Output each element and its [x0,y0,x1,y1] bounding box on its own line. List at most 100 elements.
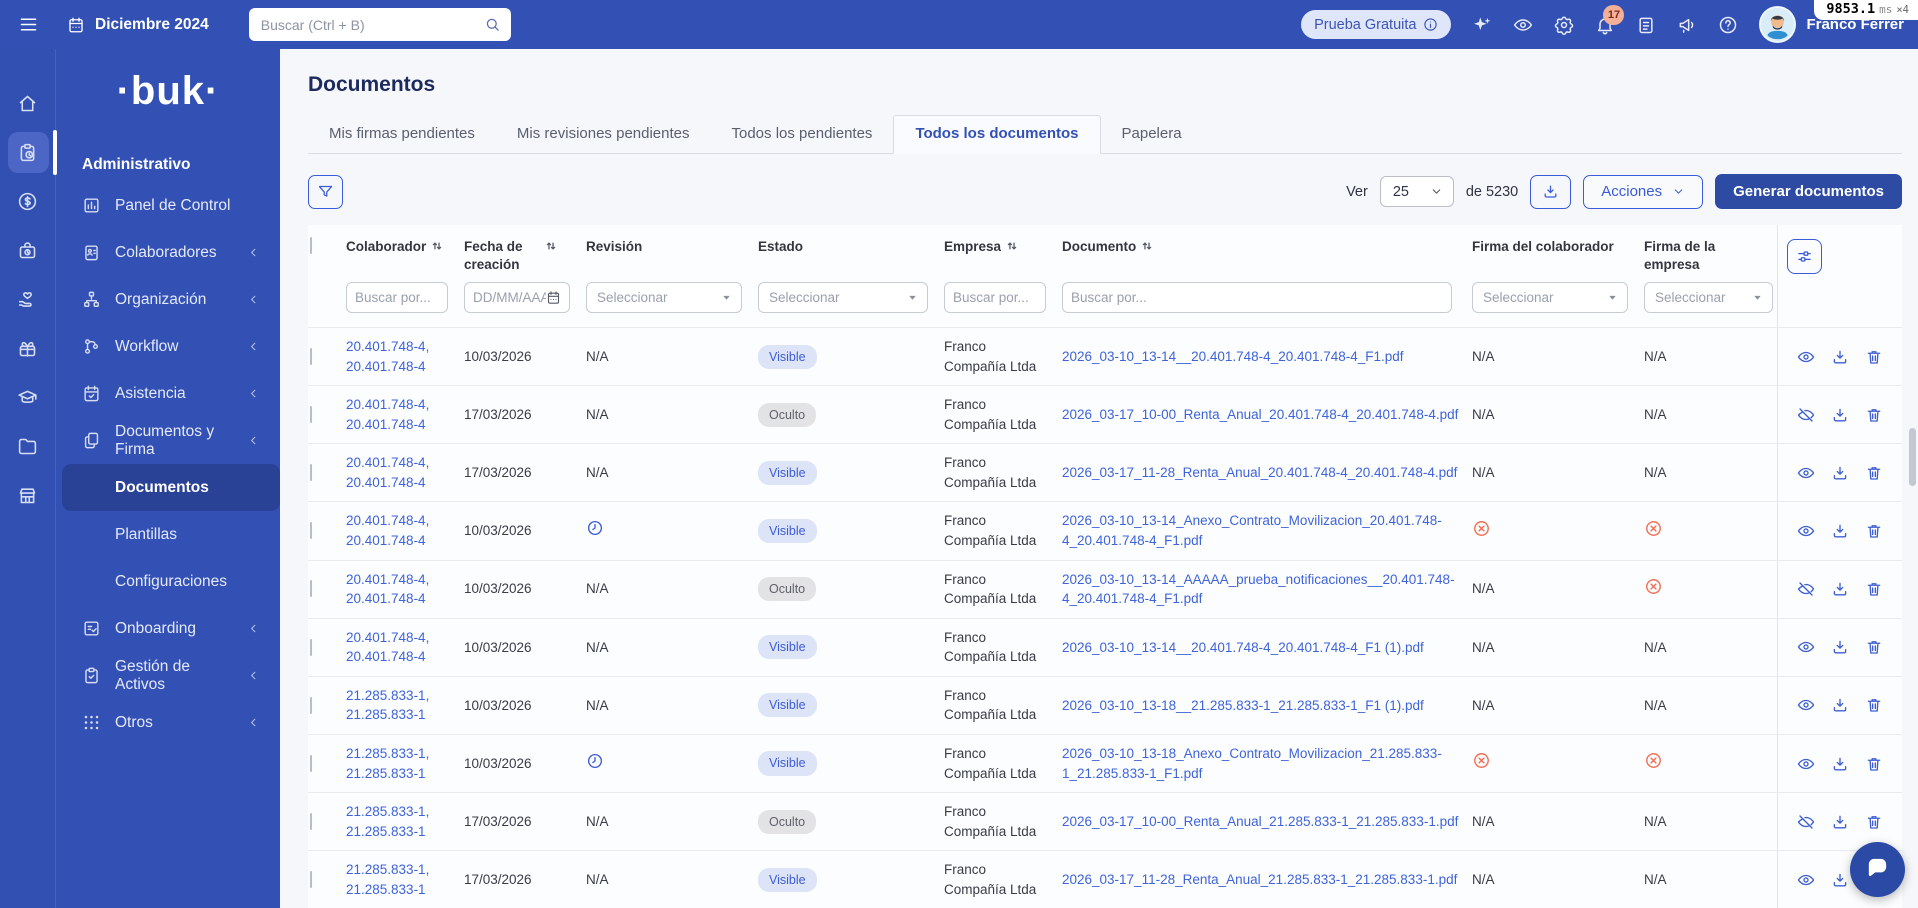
filter-fecha-input[interactable] [473,290,546,306]
row-checkbox[interactable] [310,406,312,423]
view-document-eye-icon[interactable] [1797,696,1815,714]
search-icon[interactable] [484,16,501,33]
delete-document-trash-icon[interactable] [1865,406,1883,424]
trial-badge[interactable]: Prueba Gratuita [1301,10,1452,39]
rail-item-graduation-cap-icon[interactable] [0,373,56,422]
delete-document-trash-icon[interactable] [1865,464,1883,482]
colaborador-link[interactable]: 21.285.833-1, 21.285.833-1 [346,862,429,897]
calendar-icon[interactable] [546,290,561,305]
view-document-eye-icon[interactable] [1797,871,1815,889]
row-checkbox[interactable] [310,696,312,714]
colaborador-link[interactable]: 20.401.748-4, 20.401.748-4 [346,455,429,490]
actions-button[interactable]: Acciones [1583,174,1704,209]
select-all-checkbox[interactable] [310,237,312,254]
eye-icon[interactable] [1513,15,1533,35]
documento-link[interactable]: 2026_03-17_10-00_Renta_Anual_21.285.833-… [1062,814,1458,829]
hide-document-eye-off-icon[interactable] [1797,580,1815,598]
tab-mis-firmas-pendientes[interactable]: Mis firmas pendientes [308,115,496,153]
view-document-eye-icon[interactable] [1797,348,1815,366]
row-checkbox[interactable] [310,871,312,888]
sidebar-subitem-documentos[interactable]: Documentos [62,464,280,511]
search-input[interactable] [260,16,484,33]
download-document-icon[interactable] [1831,348,1849,366]
view-document-eye-icon[interactable] [1797,638,1815,656]
filter-estado-select[interactable]: Seleccionar [758,282,928,314]
document-list-icon[interactable] [1636,15,1656,35]
sort-icon[interactable] [430,239,444,253]
colaborador-link[interactable]: 21.285.833-1, 21.285.833-1 [346,688,429,723]
delete-document-trash-icon[interactable] [1865,813,1883,831]
avatar[interactable] [1759,6,1797,43]
page-scrollbar[interactable] [1909,428,1916,486]
hide-document-eye-off-icon[interactable] [1797,813,1815,831]
row-checkbox[interactable] [310,812,312,830]
colaborador-link[interactable]: 20.401.748-4, 20.401.748-4 [346,572,429,607]
rail-item-hand-heart-icon[interactable] [0,275,56,324]
sort-icon[interactable] [1005,239,1019,253]
sidebar-item-workflow[interactable]: Workflow [56,323,280,370]
rail-item-dollar-coin-icon[interactable] [0,177,56,226]
documento-link[interactable]: 2026_03-10_13-18__21.285.833-1_21.285.83… [1062,698,1424,713]
download-document-icon[interactable] [1831,464,1849,482]
row-checkbox[interactable] [310,754,312,772]
download-document-icon[interactable] [1831,871,1849,889]
colaborador-link[interactable]: 21.285.833-1, 21.285.833-1 [346,804,429,839]
colaborador-link[interactable]: 20.401.748-4, 20.401.748-4 [346,339,429,374]
filter-colaborador-input[interactable] [355,290,439,306]
view-document-eye-icon[interactable] [1797,522,1815,540]
tab-todos-los-pendientes[interactable]: Todos los pendientes [711,115,894,153]
colaborador-link[interactable]: 20.401.748-4, 20.401.748-4 [346,513,429,548]
sidebar-item-onboarding[interactable]: Onboarding [56,605,280,652]
documento-link[interactable]: 2026_03-10_13-14__20.401.748-4_20.401.74… [1062,640,1424,655]
sort-icon[interactable] [544,239,558,253]
sort-icon[interactable] [1140,239,1154,253]
row-checkbox[interactable] [310,638,312,656]
delete-document-trash-icon[interactable] [1865,755,1883,773]
rail-item-storefront-icon[interactable] [0,471,56,520]
export-button[interactable] [1530,174,1572,209]
sidebar-item-gestion-de-activos[interactable]: Gestión de Activos [56,652,280,699]
sidebar-item-organizacion[interactable]: Organización [56,276,280,323]
documento-link[interactable]: 2026_03-10_13-14_AAAAA_prueba_notificaci… [1062,572,1455,607]
row-checkbox[interactable] [310,522,312,540]
documento-link[interactable]: 2026_03-10_13-14_Anexo_Contrato_Moviliza… [1062,513,1442,548]
delete-document-trash-icon[interactable] [1865,580,1883,598]
megaphone-icon[interactable] [1677,15,1697,35]
rail-item-home-icon[interactable] [0,79,56,128]
colaborador-link[interactable]: 20.401.748-4, 20.401.748-4 [346,630,429,665]
sidebar-item-asistencia[interactable]: Asistencia [56,370,280,417]
filter-firma-colaborador-select[interactable]: Seleccionar [1472,282,1628,314]
download-document-icon[interactable] [1831,813,1849,831]
colaborador-link[interactable]: 20.401.748-4, 20.401.748-4 [346,397,429,432]
tab-todos-los-documentos[interactable]: Todos los documentos [893,115,1101,154]
delete-document-trash-icon[interactable] [1865,638,1883,656]
filter-empresa-input[interactable] [953,290,1037,306]
tab-mis-revisiones-pendientes[interactable]: Mis revisiones pendientes [496,115,711,153]
colaborador-link[interactable]: 21.285.833-1, 21.285.833-1 [346,746,429,781]
filter-button[interactable] [308,174,343,209]
bell-icon[interactable]: 17 [1595,4,1625,35]
download-document-icon[interactable] [1831,696,1849,714]
documento-link[interactable]: 2026_03-17_11-28_Renta_Anual_20.401.748-… [1062,465,1457,480]
documento-link[interactable]: 2026_03-10_13-18_Anexo_Contrato_Moviliza… [1062,746,1442,781]
row-checkbox[interactable] [310,580,312,598]
sidebar-item-otros[interactable]: Otros [56,699,280,746]
sidebar-item-panel-de-control[interactable]: Panel de Control [56,182,280,229]
download-document-icon[interactable] [1831,755,1849,773]
rail-item-folder-icon[interactable] [0,422,56,471]
download-document-icon[interactable] [1831,638,1849,656]
hide-document-eye-off-icon[interactable] [1797,406,1815,424]
period-selector[interactable]: Diciembre 2024 [67,16,209,34]
chat-button[interactable] [1850,842,1905,897]
page-size-select[interactable]: 25 [1379,176,1454,207]
generate-documents-button[interactable]: Generar documentos [1715,174,1902,209]
documento-link[interactable]: 2026_03-17_10-00_Renta_Anual_20.401.748-… [1062,407,1458,422]
delete-document-trash-icon[interactable] [1865,522,1883,540]
download-document-icon[interactable] [1831,406,1849,424]
sidebar-item-documentos-y-firma[interactable]: Documentos y Firma [56,417,280,464]
sidebar-item-colaboradores[interactable]: Colaboradores [56,229,280,276]
download-document-icon[interactable] [1831,580,1849,598]
hamburger-menu-icon[interactable] [18,14,39,35]
gear-icon[interactable] [1554,15,1574,35]
rail-item-bag-clock-icon[interactable] [0,226,56,275]
